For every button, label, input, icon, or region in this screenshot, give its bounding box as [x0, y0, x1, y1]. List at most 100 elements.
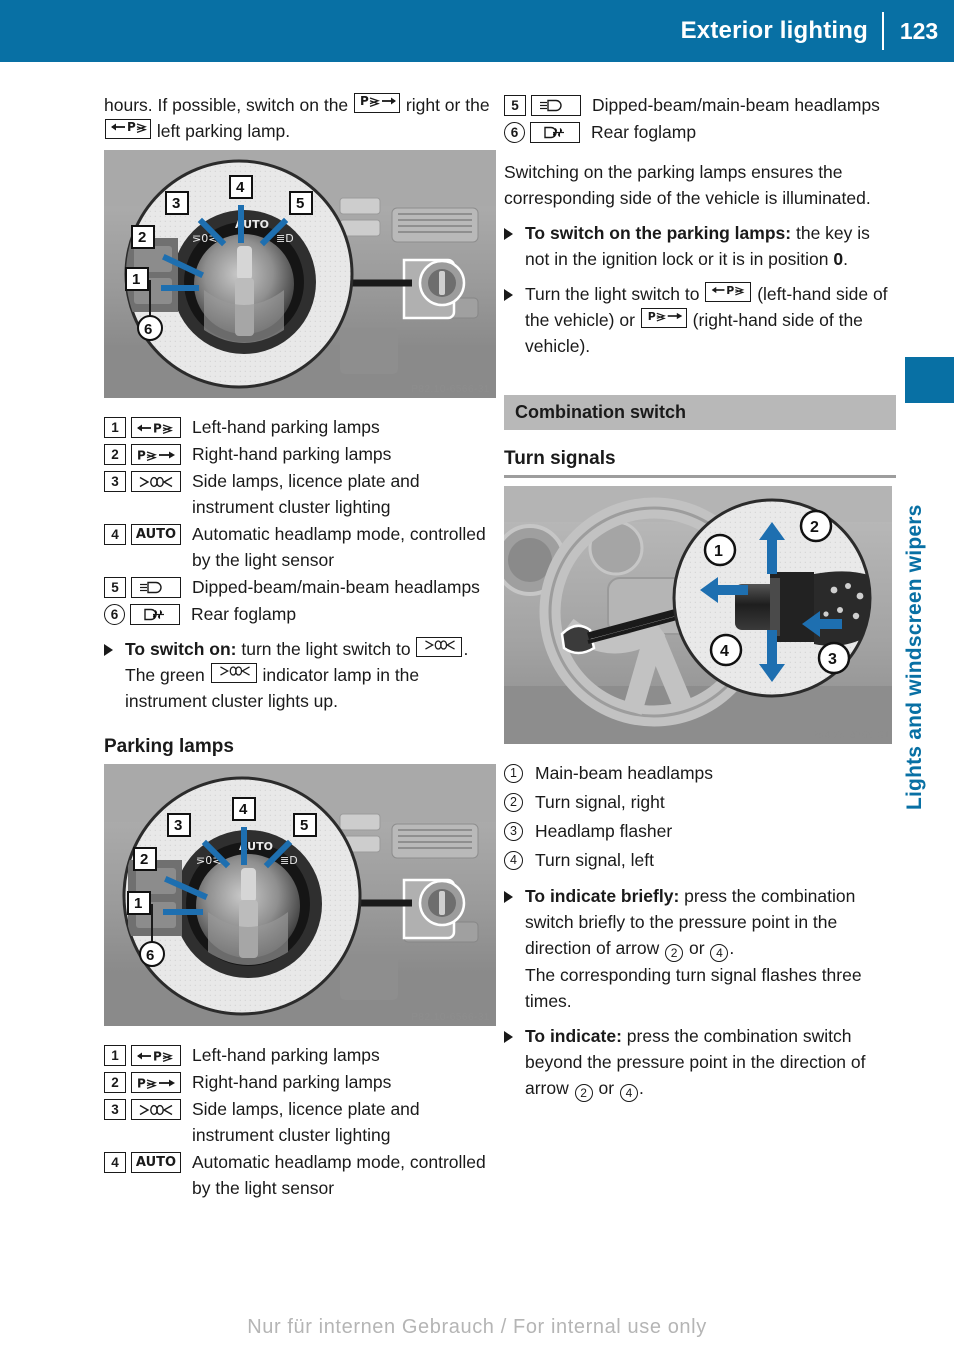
- bullet-arrow-icon: [504, 289, 520, 359]
- svg-text:6: 6: [146, 947, 154, 964]
- legend-label: Dipped-beam/main-beam headlamps: [192, 577, 480, 597]
- legend-label: Right-hand parking lamps: [192, 1072, 392, 1092]
- right-column: 5 Dipped-beam/main-beam headlamps 6 Rear…: [504, 92, 896, 1102]
- parking-right-icon: P: [640, 308, 687, 328]
- bullet-arrow-icon: [504, 1031, 520, 1102]
- svg-text:3: 3: [172, 195, 180, 212]
- svg-text:5: 5: [300, 817, 308, 834]
- left-column: hours. If possible, switch on the P righ…: [104, 92, 496, 1202]
- legend-number: 6: [104, 604, 125, 625]
- legend-item: 2 Turn signal, right: [504, 789, 896, 816]
- svg-text:P: P: [153, 1049, 162, 1063]
- side-lamps-icon: [210, 663, 257, 683]
- legend-label: Side lamps, licence plate and instrument…: [192, 471, 420, 517]
- legend-number: 4: [104, 524, 126, 545]
- legend-item: 1 P Left-hand parking lamps: [104, 414, 496, 440]
- switch-on-instruction: To switch on: turn the light switch to .…: [104, 636, 496, 714]
- legend-number: 1: [104, 417, 126, 438]
- svg-text:3: 3: [828, 651, 837, 668]
- switch-on-parking-lamps-instruction: To switch on the parking lamps: the key …: [504, 220, 896, 272]
- intro-paragraph: hours. If possible, switch on the P righ…: [104, 92, 496, 144]
- svg-text:P: P: [360, 94, 369, 108]
- auto-mode-icon: AUTO: [131, 524, 181, 545]
- bullet-arrow-icon: [504, 891, 520, 1014]
- conjunction-or: or: [688, 938, 705, 958]
- svg-text:P: P: [648, 310, 656, 323]
- parking-left-icon: P: [705, 282, 752, 302]
- legend-number: 2: [504, 793, 523, 812]
- turn-signal-legend: 1 Main-beam headlamps 2 Turn signal, rig…: [504, 760, 896, 874]
- parking-left-icon: P: [131, 1045, 181, 1066]
- legend-number: 3: [104, 1099, 126, 1120]
- svg-text:1: 1: [132, 271, 140, 288]
- svg-text:4: 4: [236, 179, 245, 196]
- legend-label: Left-hand parking lamps: [192, 1045, 380, 1065]
- legend-item: 4 Turn signal, left: [504, 847, 896, 874]
- headlamp-icon: [131, 577, 181, 598]
- svg-text:1: 1: [134, 895, 142, 912]
- intro-text-2: right or the: [405, 95, 490, 115]
- instruction-rest: turn the light switch to: [241, 639, 411, 659]
- legend-number: 3: [104, 471, 126, 492]
- page-number: 123: [899, 17, 939, 44]
- intro-text-3: left parking lamp.: [156, 121, 291, 141]
- instruction-lead: To switch on the parking lamps:: [525, 223, 792, 243]
- turn-light-switch-instruction: Turn the light switch to P (left-hand si…: [504, 281, 896, 359]
- legend-label: Rear foglamp: [591, 122, 697, 142]
- legend-item: 1 P Left-hand parking lamps: [104, 1042, 496, 1068]
- legend-item: 6 Rear foglamp: [504, 119, 896, 145]
- bullet-arrow-icon: [504, 228, 520, 272]
- followup-text-1: The green: [125, 665, 205, 685]
- legend-item: 6 Rear foglamp: [104, 601, 496, 627]
- legend-label: Side lamps, licence plate and instrument…: [192, 1099, 420, 1145]
- legend-label: Turn signal, left: [535, 850, 654, 870]
- rear-foglamp-icon: [530, 122, 580, 143]
- headlamp-icon: [531, 95, 581, 116]
- parking-right-icon: P: [354, 93, 401, 113]
- svg-text:≣D: ≣D: [276, 232, 294, 245]
- svg-text:6: 6: [144, 321, 152, 338]
- figure-id-label: P82.10-6566-31: [411, 1012, 490, 1023]
- legend-item: 2 P Right-hand parking lamps: [104, 1069, 496, 1095]
- arrow-ref-number: 2: [574, 1084, 593, 1102]
- conjunction-or: or: [598, 1078, 615, 1098]
- rear-foglamp-icon: [130, 604, 180, 625]
- parking-left-icon: P: [105, 119, 151, 139]
- side-lamps-icon: [416, 637, 463, 657]
- legend-item: 3 Headlamp flasher: [504, 818, 896, 845]
- svg-text:2: 2: [810, 519, 819, 536]
- legend-item: 1 Main-beam headlamps: [504, 760, 896, 787]
- arrow-ref-number: 4: [619, 1084, 638, 1102]
- indicate-briefly-instruction: To indicate briefly: press the combinati…: [504, 883, 896, 1014]
- page-header: Exterior lighting 123: [0, 0, 954, 62]
- light-switch-figure: AUTO ⋝0⋜ ≣D 1 2 3 4 5 6 P82.10-6566-31: [104, 150, 496, 398]
- legend-item: 3 Side lamps, licence plate and instrume…: [104, 1096, 496, 1148]
- combination-switch-photo: 1 2 3 4: [504, 486, 892, 744]
- intro-text-1: hours. If possible, switch on the: [104, 95, 349, 115]
- legend-number: 1: [504, 764, 523, 783]
- legend-number: 2: [104, 444, 126, 465]
- instruction-followup: The corresponding turn signal flashes th…: [525, 965, 862, 1011]
- heading-rule: [504, 475, 896, 478]
- svg-text:5: 5: [296, 195, 304, 212]
- svg-text:2: 2: [140, 851, 148, 868]
- chapter-tab-label: Lights and windscreen wipers: [903, 504, 926, 811]
- legend-label: Dipped-beam/main-beam headlamps: [592, 95, 880, 115]
- legend-label: Turn signal, right: [535, 792, 665, 812]
- parking-right-icon: P: [131, 444, 181, 465]
- legend-number: 2: [104, 1072, 126, 1093]
- bullet-arrow-icon: [104, 644, 120, 714]
- svg-text:P: P: [127, 120, 136, 134]
- svg-text:4: 4: [720, 643, 729, 660]
- page-title: Exterior lighting: [680, 17, 868, 44]
- legend-number: 6: [504, 122, 525, 143]
- legend-label: Headlamp flasher: [535, 821, 673, 841]
- parking-lamps-figure: AUTO ⋝0⋜ ≣D 1 2 3 4 5 6 P82.10-6566-31: [104, 764, 496, 1026]
- arrow-ref-number: 4: [710, 944, 729, 962]
- legend-item: 5 Dipped-beam/main-beam headlamps: [504, 92, 896, 118]
- legend-label: Automatic headlamp mode, controlled by t…: [192, 524, 486, 570]
- parking-lamps-switch-photo: AUTO ⋝0⋜ ≣D 1 2 3 4 5 6: [104, 764, 496, 1026]
- light-switch-photo: AUTO ⋝0⋜ ≣D 1 2 3 4 5 6: [104, 150, 496, 398]
- svg-text:3: 3: [174, 817, 182, 834]
- instruction-period: .: [638, 1078, 644, 1098]
